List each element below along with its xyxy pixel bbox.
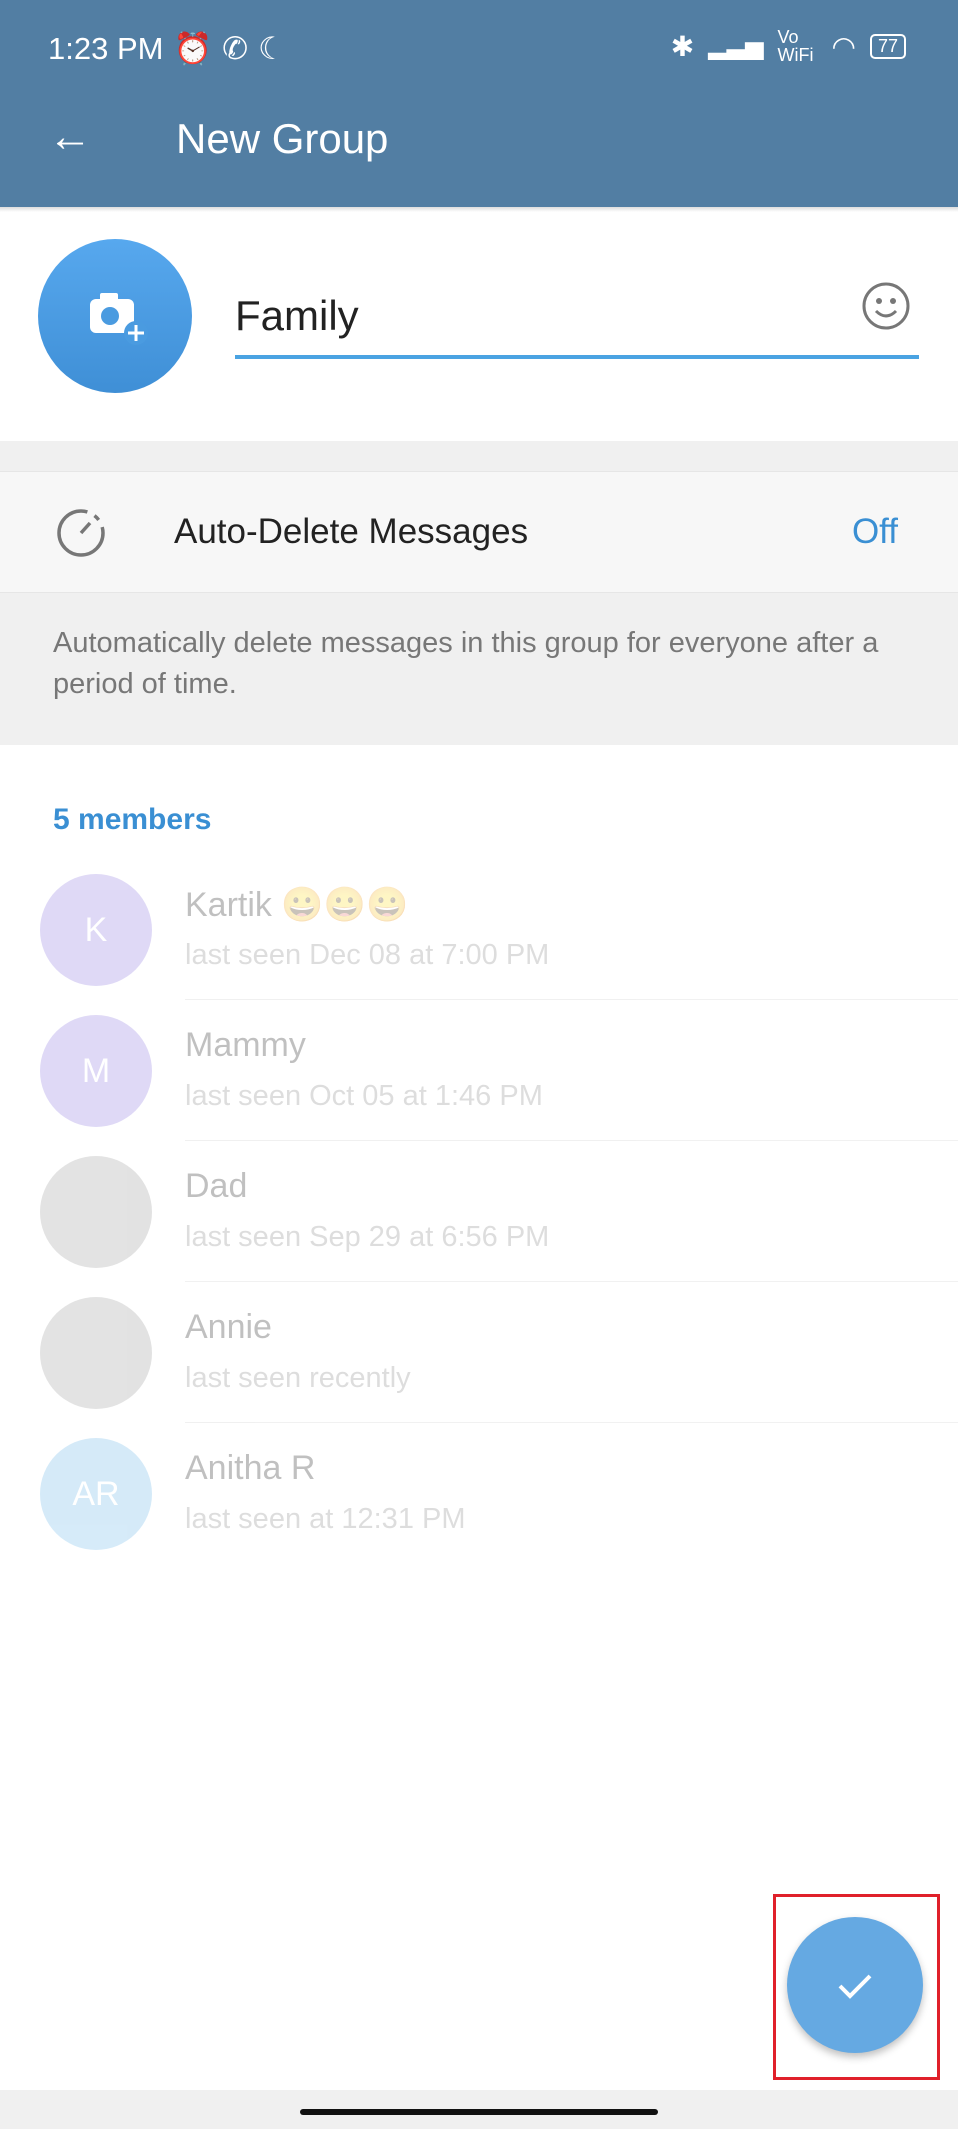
- alarm-icon: ⏰: [173, 31, 213, 66]
- signal-icon: ▂▃▅: [708, 32, 764, 60]
- header-shadow: [0, 207, 958, 212]
- avatar: AR: [40, 1438, 152, 1550]
- emoji-icon[interactable]: [860, 280, 912, 337]
- auto-delete-description: Automatically delete messages in this gr…: [0, 593, 958, 745]
- member-row[interactable]: K Kartik 😀😀😀 last seen Dec 08 at 7:00 PM: [0, 859, 958, 1000]
- status-time: 1:23 PM: [48, 30, 164, 66]
- section-gap: [0, 441, 958, 471]
- members-count: 5 members: [53, 803, 212, 836]
- camera-add-icon: [90, 293, 148, 345]
- whatsapp-icon: ✆: [222, 30, 249, 66]
- member-status: last seen Sep 29 at 6:56 PM: [185, 1221, 550, 1253]
- moon-icon: ☾: [258, 30, 286, 66]
- back-arrow-icon[interactable]: ←: [48, 112, 92, 162]
- member-name: Mammy: [185, 1026, 306, 1064]
- member-status: last seen Oct 05 at 1:46 PM: [185, 1080, 543, 1112]
- highlight-box: [773, 1894, 940, 2080]
- member-status: last seen recently: [185, 1362, 411, 1394]
- battery-icon: 77: [869, 33, 906, 59]
- home-gesture-handle[interactable]: [300, 2109, 658, 2115]
- avatar: [40, 1297, 152, 1409]
- member-name: Dad: [185, 1167, 248, 1205]
- status-bar-left: 1:23 PM ⏰ ✆ ☾: [48, 30, 286, 67]
- page-title: New Group: [176, 115, 389, 162]
- member-row[interactable]: AR Anitha R last seen at 12:31 PM: [0, 1423, 958, 1564]
- timer-icon: [54, 506, 108, 565]
- member-status: last seen Dec 08 at 7:00 PM: [185, 939, 550, 971]
- member-name: Anitha R: [185, 1449, 316, 1487]
- avatar: K: [40, 874, 152, 986]
- wifi-icon: ◠: [831, 30, 856, 62]
- group-name-input[interactable]: Family: [235, 292, 359, 340]
- avatar: [40, 1156, 152, 1268]
- auto-delete-label: Auto-Delete Messages: [174, 512, 529, 551]
- member-row[interactable]: M Mammy last seen Oct 05 at 1:46 PM: [0, 1000, 958, 1141]
- auto-delete-value: Off: [851, 512, 898, 551]
- member-name: Annie: [185, 1308, 272, 1346]
- member-name: Kartik 😀😀😀: [185, 886, 409, 924]
- vowifi-label: Vo WiFi: [777, 27, 814, 65]
- app-header: 1:23 PM ⏰ ✆ ☾ ✱ ▂▃▅ Vo WiFi ◠ 77 ← New G…: [0, 0, 958, 207]
- bluetooth-icon: ✱: [670, 30, 695, 62]
- status-bar-right: ✱ ▂▃▅ Vo WiFi ◠ 77: [671, 28, 906, 64]
- set-group-photo-button[interactable]: [38, 239, 192, 393]
- avatar: M: [40, 1015, 152, 1127]
- member-row[interactable]: Annie last seen recently: [0, 1282, 958, 1423]
- auto-delete-row[interactable]: Auto-Delete Messages Off: [0, 471, 958, 593]
- input-underline: [235, 355, 919, 359]
- member-row[interactable]: Dad last seen Sep 29 at 6:56 PM: [0, 1141, 958, 1282]
- member-status: last seen at 12:31 PM: [185, 1503, 466, 1535]
